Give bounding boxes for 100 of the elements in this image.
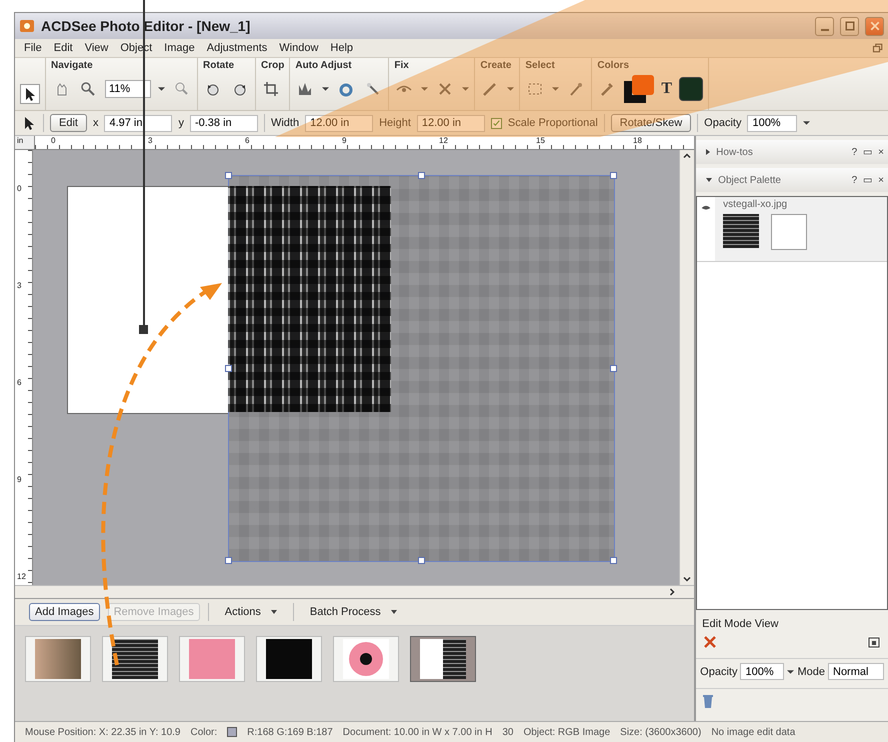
levels-icon [297, 81, 314, 97]
panel-control[interactable]: ? [852, 174, 858, 186]
resize-handle[interactable] [225, 557, 232, 564]
text-tool[interactable]: T [661, 80, 672, 98]
thumbnail[interactable] [333, 636, 399, 682]
caret-icon [787, 670, 794, 674]
status-text: Document: 10.00 in W x 7.00 in H [342, 726, 492, 738]
opacity-field[interactable]: 100% [747, 114, 798, 132]
panel-control[interactable]: × [878, 146, 884, 158]
ruler-label: 0 [51, 136, 56, 145]
thumbnail[interactable] [102, 636, 168, 682]
opacity-label: Opacity [704, 117, 742, 129]
menu-item[interactable]: Edit [48, 41, 78, 55]
composite-thumbnail [420, 639, 466, 679]
layer-opacity-field[interactable]: 100% [740, 663, 784, 680]
thumbnail[interactable] [25, 636, 91, 682]
resize-handle[interactable] [610, 172, 617, 179]
thumbnail[interactable] [256, 636, 322, 682]
ruler-unit: in [15, 136, 35, 149]
x-field[interactable]: 4.97 in [104, 114, 172, 132]
foreground-color-swatch[interactable] [632, 75, 654, 95]
scale-proportional-checkbox[interactable] [490, 118, 502, 128]
height-field[interactable]: 12.00 in [416, 114, 485, 132]
blend-mode-field[interactable]: Normal [828, 663, 884, 680]
crop-icon [263, 81, 279, 97]
resize-handle[interactable] [610, 557, 617, 564]
flower-thumbnail [343, 639, 389, 679]
thumbnail[interactable] [179, 636, 245, 682]
ruler-label: 12 [17, 572, 26, 581]
caret-icon [507, 87, 514, 91]
layer-mask-thumbnail [771, 214, 808, 250]
resize-handle[interactable] [418, 172, 424, 179]
maximize-icon [844, 20, 856, 32]
edit-mode-label: Edit Mode View [702, 618, 780, 630]
toolbar-group-label: Select [525, 60, 556, 71]
filmstrip-menu[interactable]: Batch Process [302, 604, 405, 620]
vertical-scrollbar[interactable] [679, 150, 694, 585]
menu-item[interactable]: Image [159, 41, 200, 55]
ruler-label: 9 [342, 136, 346, 145]
resize-handle[interactable] [610, 364, 617, 372]
toolbar-group-label: Colors [597, 60, 630, 71]
text-color-swatch[interactable] [679, 77, 704, 101]
close-button[interactable] [865, 16, 884, 36]
panel-header[interactable]: How-tos ? ▭ × [696, 140, 888, 164]
y-label: y [178, 117, 184, 129]
layer-thumbnail [723, 214, 760, 248]
caret-icon [803, 121, 810, 125]
y-field[interactable]: -0.38 in [190, 114, 258, 132]
menu-item[interactable]: Help [325, 41, 358, 55]
toolbar-group-label: Create [480, 60, 512, 71]
resize-handle[interactable] [418, 557, 424, 564]
caret-icon [421, 87, 428, 91]
caret-icon [390, 610, 397, 614]
width-field[interactable]: 12.00 in [305, 114, 374, 132]
panel-control[interactable]: ▭ [863, 174, 872, 186]
visibility-toggle[interactable] [697, 197, 716, 261]
panel-header[interactable]: Object Palette ? ▭ × [696, 168, 888, 192]
delete-mode-icon [702, 634, 718, 650]
ruler-label: 0 [17, 184, 22, 193]
filmstrip-menu[interactable]: Actions [216, 604, 285, 620]
magnifier-icon [80, 81, 96, 97]
pattern-thumbnail [112, 639, 158, 679]
toolbar-group-label: Auto Adjust [295, 60, 353, 71]
layer-name: vstegall-xo.jpg [722, 198, 788, 212]
maximize-button[interactable] [840, 16, 859, 36]
menu-item[interactable]: Adjustments [202, 41, 272, 55]
repair-icon [437, 81, 454, 97]
ruler-label: 6 [17, 378, 22, 387]
eyedropper-icon [599, 81, 616, 97]
horizontal-scrollbar[interactable] [15, 585, 694, 598]
toolbar-group-label: Fix [394, 60, 410, 71]
ruler-label: 15 [536, 136, 545, 145]
filmstrip-button[interactable]: Add Images [29, 603, 100, 621]
edit-button[interactable]: Edit [50, 114, 87, 132]
marquee-icon [527, 81, 544, 97]
status-text: Mouse Position: X: 22.35 in Y: 10.9 [25, 726, 180, 738]
collapse-arrow-icon [706, 178, 712, 182]
menu-item[interactable]: File [19, 41, 47, 55]
color-sample [227, 727, 238, 737]
ruler-label: 6 [245, 136, 250, 145]
menu-item[interactable]: View [80, 41, 114, 55]
pointer-button[interactable] [20, 84, 40, 104]
toolbar-group-label: Rotate [203, 60, 236, 71]
panel-control[interactable]: ▭ [863, 146, 872, 158]
background-color-swatch[interactable] [624, 81, 646, 103]
thumbnail[interactable] [410, 636, 476, 682]
zoom-field[interactable]: 11% [105, 80, 151, 98]
color-wheel-icon [338, 81, 354, 97]
panel-control[interactable]: ? [852, 146, 858, 158]
minimize-button[interactable] [815, 16, 834, 36]
crop-button[interactable] [261, 79, 281, 99]
menu-item[interactable]: Window [274, 41, 324, 55]
ruler-label: 3 [148, 136, 152, 145]
resize-handle[interactable] [225, 172, 232, 179]
caret-icon [322, 87, 330, 91]
window-title: ACDSee Photo Editor - [New_1] [41, 18, 252, 34]
ruler-label: 9 [17, 475, 22, 484]
toolbar-group-label: Navigate [51, 60, 94, 71]
caret-icon [552, 87, 560, 91]
panel-control[interactable]: × [878, 174, 884, 186]
